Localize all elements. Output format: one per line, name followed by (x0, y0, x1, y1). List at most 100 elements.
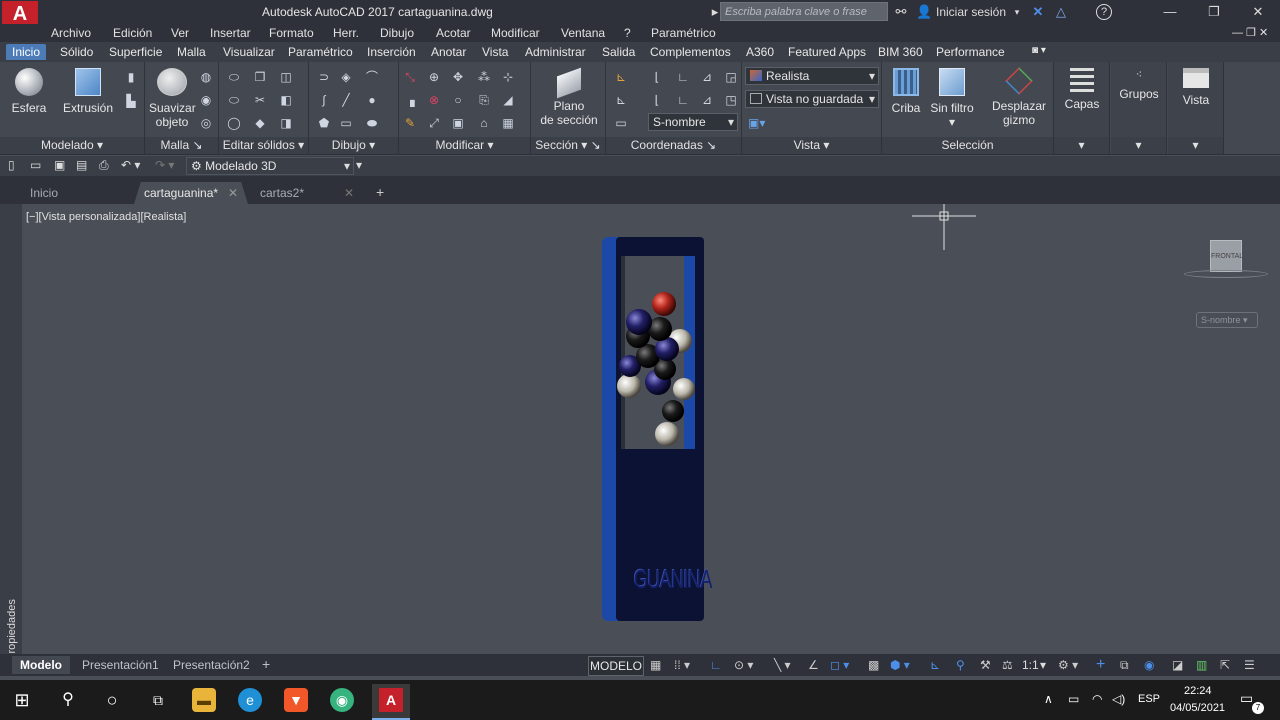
tab-complementos[interactable]: Complementos (644, 44, 737, 60)
redo-icon[interactable]: ↷ ▾ (155, 158, 174, 172)
model-space-toggle[interactable]: MODELO (588, 656, 644, 676)
panel-title-editar-solidos[interactable]: Editar sólidos ▾ (219, 137, 308, 154)
maps-app-icon[interactable]: ◉ (330, 688, 354, 712)
drawing-viewport[interactable]: GUANINA FRONTAL S-nombre ▾ (22, 204, 1280, 654)
tab-salida[interactable]: Salida (596, 44, 641, 60)
trim-icon[interactable]: ⊹ (501, 70, 515, 84)
edge-icon[interactable]: e (238, 688, 262, 712)
tab-a360[interactable]: A360 (740, 44, 780, 60)
annotation-scale-arrow[interactable]: ▾ (1040, 658, 1046, 672)
notifications-icon[interactable]: ▭ (1240, 690, 1253, 707)
slice-icon[interactable]: ✂ (253, 93, 267, 107)
polygon-icon[interactable]: ⬟ (317, 116, 331, 130)
osnap-icon[interactable]: ◻ ▾ (830, 658, 849, 672)
intersect-icon[interactable]: ◫ (279, 70, 293, 84)
menu-insertar[interactable]: Insertar (210, 26, 251, 40)
line-icon[interactable]: ╱ (339, 93, 353, 107)
ucs-named-combo[interactable]: S-nombre (648, 113, 738, 131)
viewcube[interactable]: FRONTAL (1210, 240, 1243, 272)
ucs-3point-icon[interactable]: ◳ (724, 93, 738, 107)
panel-grupos-expander[interactable]: ▾ (1111, 137, 1166, 154)
close-button[interactable]: ✕ (1248, 2, 1268, 22)
viewcube-compass-ring[interactable] (1184, 270, 1268, 278)
tab-inicio[interactable]: Inicio (6, 44, 47, 60)
menu-archivo[interactable]: Archivo (51, 26, 91, 40)
union-icon[interactable]: ⬭ (227, 70, 241, 84)
panel-title-malla[interactable]: Malla ↘ (145, 137, 218, 154)
viewport-controls-label[interactable]: [−][Vista personalizada][Realista] (26, 211, 186, 223)
workspace-combo[interactable]: ⚙ Modelado 3D (186, 157, 354, 175)
arc-icon[interactable]: ⌒ (365, 70, 379, 84)
exchange-icon[interactable]: ✕ (1030, 2, 1046, 22)
stretch-icon[interactable]: ⌂ (477, 116, 491, 130)
panel-title-seccion[interactable]: Sección ▾ ↘ (531, 137, 605, 154)
helix-icon[interactable]: ◈ (339, 70, 353, 84)
maximize-button[interactable]: ❐ (1204, 2, 1224, 22)
clean-screen-icon[interactable]: ▥ (1196, 658, 1207, 672)
user-icon[interactable]: 👤 (916, 2, 932, 22)
annotation-scale-value[interactable]: 1:1 (1022, 658, 1039, 672)
sin-filtro-button[interactable]: Sin filtro ▾ (928, 68, 976, 129)
signin-dropdown-icon[interactable]: ▾ (1012, 2, 1022, 22)
panel-vista-expander[interactable]: ▾ (1168, 137, 1223, 154)
panel-capas-expander[interactable]: ▾ (1054, 137, 1109, 154)
named-view-combo[interactable]: Vista no guardada (745, 90, 879, 108)
doc-window-controls[interactable]: — ❐ ✕ (1232, 26, 1268, 39)
polar-icon[interactable]: ⊙ ▾ (734, 658, 753, 672)
volume-icon[interactable]: ◁) (1112, 692, 1125, 706)
customize-qat-icon[interactable]: ▾ (356, 158, 362, 172)
search-input[interactable]: Escriba palabra clave o frase (720, 2, 888, 21)
rotate-gizmo-icon[interactable]: ⊕ (427, 70, 441, 84)
panel-title-coordenadas[interactable]: Coordenadas ↘ (606, 137, 741, 154)
extrusion-button[interactable]: Extrusión (60, 68, 116, 115)
extract-edges-icon[interactable]: ◧ (279, 93, 293, 107)
ucs-object-icon[interactable]: ◲ (724, 70, 738, 84)
clock-time[interactable]: 22:24 (1184, 685, 1212, 697)
presspull-icon[interactable]: ▮ (124, 70, 138, 84)
ucs-y-icon[interactable]: ∟ (676, 93, 690, 107)
help-icon[interactable]: ? (1096, 4, 1112, 20)
ucs-icon-toggle[interactable]: ▭ (614, 116, 628, 130)
battery-icon[interactable]: ▭ (1068, 692, 1079, 706)
panel-title-modelado[interactable]: Modelado ▾ (0, 137, 144, 154)
menu-edicion[interactable]: Edición (113, 26, 152, 40)
add-layout-button[interactable]: + (256, 656, 276, 674)
language-indicator[interactable]: ESP (1138, 693, 1160, 705)
lineweight-icon[interactable]: ▩ (868, 658, 879, 672)
new-tab-button[interactable]: + (370, 182, 394, 204)
selection-cycling-icon[interactable]: ⚲ (956, 658, 965, 672)
rotate-icon[interactable]: ○ (451, 93, 465, 107)
menu-icon[interactable]: ☰ (1244, 658, 1255, 672)
save-as-icon[interactable]: ▤ (76, 158, 87, 172)
panel-title-vista[interactable]: Vista ▾ (742, 137, 881, 154)
ucs-menu-button[interactable]: S-nombre ▾ (1196, 312, 1258, 328)
search-icon[interactable]: ⚲ (56, 688, 80, 712)
annotation-visibility-icon[interactable]: ⚒ (980, 658, 991, 672)
spline-icon[interactable]: ∫ (317, 93, 331, 107)
binoculars-icon[interactable]: ⚯ (892, 2, 910, 22)
menu-acotar[interactable]: Acotar (436, 26, 471, 40)
ellipse-icon[interactable]: ⬬ (365, 116, 379, 130)
isolate-objects-icon[interactable]: ◪ (1172, 658, 1183, 672)
visual-style-combo[interactable]: Realista (745, 67, 879, 85)
polysolid-icon[interactable]: ▙ (124, 94, 138, 108)
separate-icon[interactable]: ◨ (279, 116, 293, 130)
tab-insercion[interactable]: Inserción (361, 44, 422, 60)
vista-button[interactable]: Vista (1174, 68, 1218, 107)
workspace-gear-icon[interactable]: ⚙ ▾ (1058, 658, 1078, 672)
panel-title-modificar[interactable]: Modificar ▾ (399, 137, 530, 154)
osnap-track-icon[interactable]: ∠ (808, 658, 819, 672)
windows-start-icon[interactable]: ⊞ (10, 688, 34, 712)
subtract-icon[interactable]: ❒ (253, 70, 267, 84)
grupos-button[interactable]: ⁖ Grupos (1115, 68, 1163, 101)
interfere-icon[interactable]: ⬭ (227, 93, 241, 107)
shell-icon[interactable]: ◯ (227, 116, 241, 130)
autocad-taskbar-button[interactable]: A (372, 684, 410, 720)
capas-button[interactable]: Capas (1060, 68, 1104, 111)
menu-parametrico[interactable]: Paramétrico (651, 26, 716, 40)
doctab-cartas2[interactable]: cartas2* ✕ (250, 182, 364, 204)
signin-link[interactable]: Iniciar sesión (936, 2, 1016, 22)
circle-icon[interactable]: ● (365, 93, 379, 107)
mirror-icon[interactable]: ⊗ (427, 93, 441, 107)
tab-bim360[interactable]: BIM 360 (872, 44, 929, 60)
